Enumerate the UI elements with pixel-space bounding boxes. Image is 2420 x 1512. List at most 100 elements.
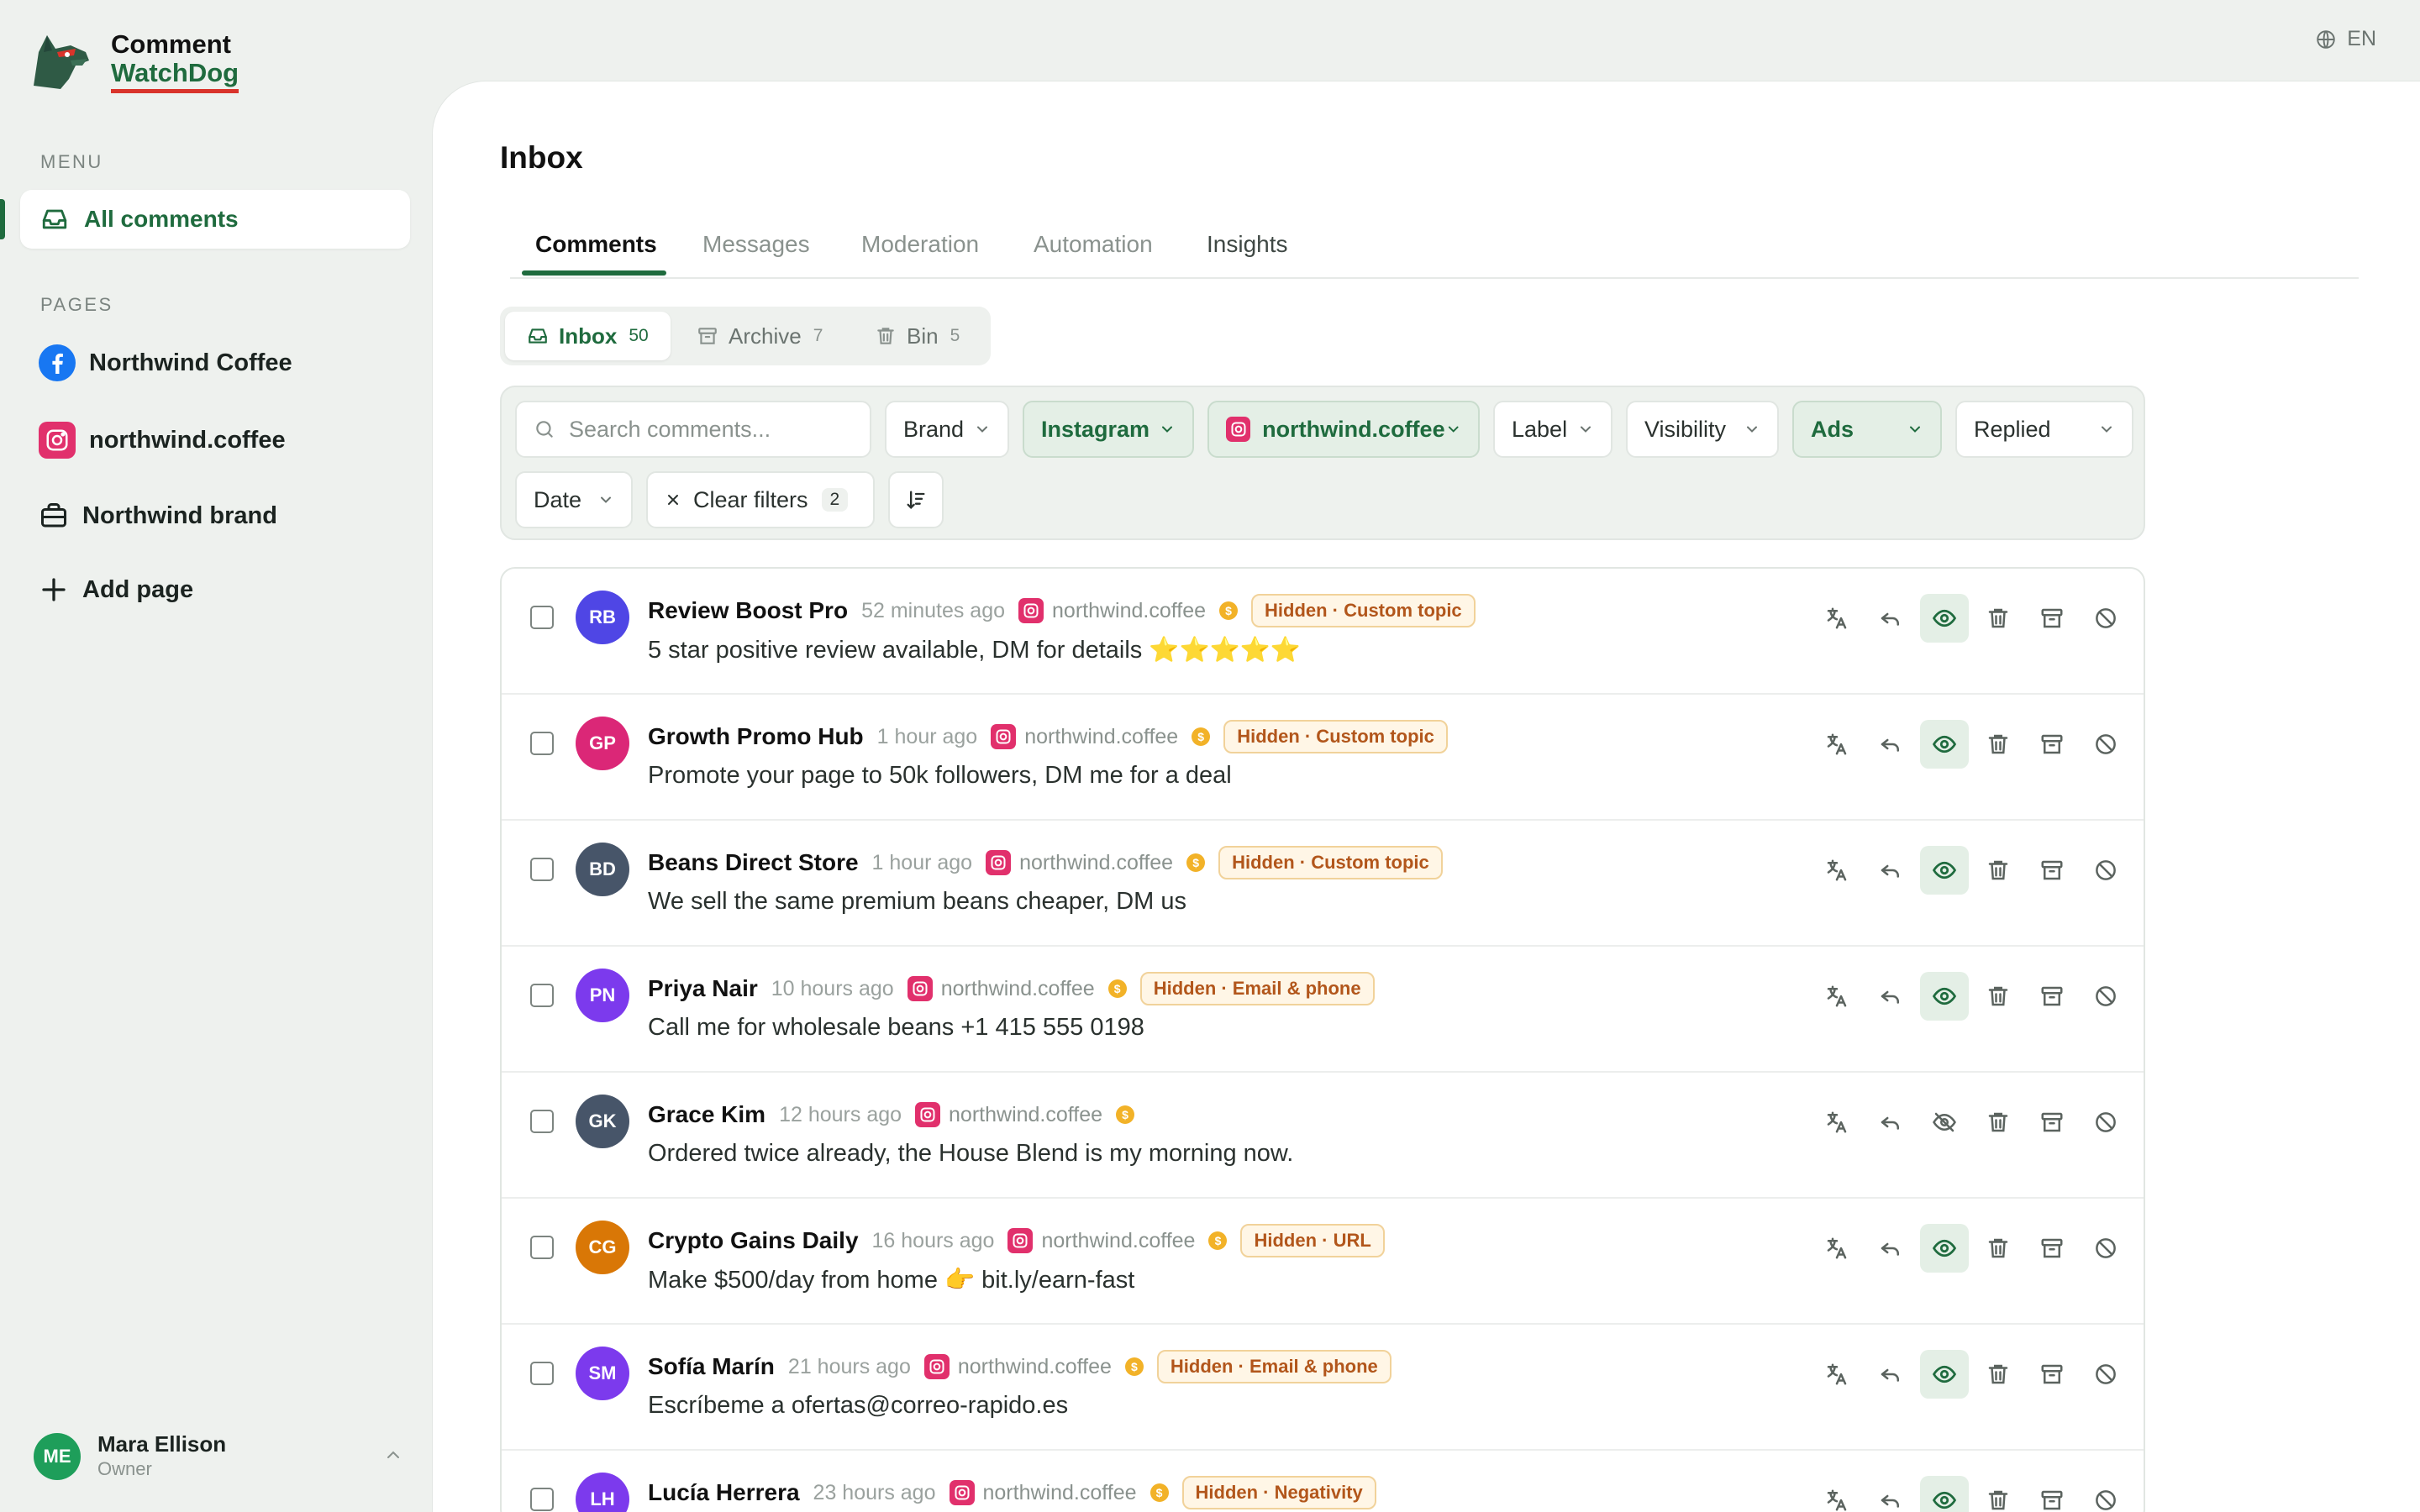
app-logo[interactable]: Comment WatchDog: [27, 27, 239, 96]
comment-row[interactable]: SM Sofía Marín 21 hours ago northwind.co…: [502, 1325, 2144, 1451]
comment-page[interactable]: northwind.coffee: [941, 977, 1095, 1001]
comment-page[interactable]: northwind.coffee: [1041, 1229, 1195, 1253]
block-button[interactable]: [2081, 1098, 2130, 1147]
translate-button[interactable]: [1812, 972, 1861, 1021]
reply-button[interactable]: [1866, 720, 1915, 769]
archive-button[interactable]: [2028, 720, 2076, 769]
comment-page[interactable]: northwind.coffee: [958, 1355, 1112, 1379]
tab-comments[interactable]: Comments: [535, 231, 657, 258]
translate-button[interactable]: [1812, 846, 1861, 895]
row-checkbox[interactable]: [530, 606, 554, 629]
translate-button[interactable]: [1812, 594, 1861, 643]
row-checkbox[interactable]: [530, 858, 554, 881]
archive-button[interactable]: [2028, 1224, 2076, 1273]
block-button[interactable]: [2081, 846, 2130, 895]
sort-button[interactable]: [888, 471, 944, 528]
delete-button[interactable]: [1974, 972, 2023, 1021]
block-button[interactable]: [2081, 1224, 2130, 1273]
visibility-toggle[interactable]: [1920, 1224, 1969, 1273]
archive-button[interactable]: [2028, 1476, 2076, 1512]
comment-row[interactable]: CG Crypto Gains Daily 16 hours ago north…: [502, 1199, 2144, 1325]
reply-button[interactable]: [1866, 594, 1915, 643]
tab-automation[interactable]: Automation: [1034, 231, 1153, 258]
comment-row[interactable]: GK Grace Kim 12 hours ago northwind.coff…: [502, 1073, 2144, 1199]
comment-row[interactable]: GP Growth Promo Hub 1 hour ago northwind…: [502, 695, 2144, 821]
reply-button[interactable]: [1866, 846, 1915, 895]
folder-inbox[interactable]: Inbox 50: [505, 312, 671, 360]
brand-filter[interactable]: Brand: [885, 401, 1009, 458]
archive-button[interactable]: [2028, 1350, 2076, 1399]
translate-button[interactable]: [1812, 1098, 1861, 1147]
network-filter[interactable]: Instagram: [1023, 401, 1194, 458]
row-checkbox[interactable]: [530, 1236, 554, 1259]
comment-row[interactable]: BD Beans Direct Store 1 hour ago northwi…: [502, 821, 2144, 947]
reply-button[interactable]: [1866, 1224, 1915, 1273]
visibility-toggle[interactable]: [1920, 1098, 1969, 1147]
tab-moderation[interactable]: Moderation: [861, 231, 979, 258]
block-button[interactable]: [2081, 720, 2130, 769]
comment-page[interactable]: northwind.coffee: [949, 1103, 1102, 1127]
comment-page[interactable]: northwind.coffee: [1052, 599, 1206, 623]
translate-button[interactable]: [1812, 1224, 1861, 1273]
reply-button[interactable]: [1866, 1476, 1915, 1512]
tab-messages[interactable]: Messages: [702, 231, 810, 258]
delete-button[interactable]: [1974, 594, 2023, 643]
visibility-toggle[interactable]: [1920, 846, 1969, 895]
reply-button[interactable]: [1866, 972, 1915, 1021]
comment-author[interactable]: Lucía Herrera: [648, 1479, 800, 1506]
comment-row[interactable]: LH Lucía Herrera 23 hours ago northwind.…: [502, 1451, 2144, 1512]
search-input[interactable]: Search comments...: [515, 401, 871, 458]
delete-button[interactable]: [1974, 1476, 2023, 1512]
folder-bin[interactable]: Bin 5: [875, 312, 960, 360]
comment-row[interactable]: PN Priya Nair 10 hours ago northwind.cof…: [502, 947, 2144, 1073]
add-page-button[interactable]: Add page: [39, 569, 193, 611]
comment-page[interactable]: northwind.coffee: [1024, 725, 1178, 749]
comment-author[interactable]: Beans Direct Store: [648, 849, 859, 876]
archive-button[interactable]: [2028, 972, 2076, 1021]
visibility-toggle[interactable]: [1920, 720, 1969, 769]
delete-button[interactable]: [1974, 1098, 2023, 1147]
delete-button[interactable]: [1974, 1350, 2023, 1399]
ads-filter[interactable]: Ads: [1792, 401, 1942, 458]
visibility-filter[interactable]: Visibility: [1626, 401, 1779, 458]
visibility-toggle[interactable]: [1920, 972, 1969, 1021]
user-menu[interactable]: ME Mara Ellison Owner: [34, 1431, 403, 1482]
visibility-toggle[interactable]: [1920, 1350, 1969, 1399]
language-switcher[interactable]: EN: [2315, 27, 2376, 51]
row-checkbox[interactable]: [530, 984, 554, 1007]
page-filter[interactable]: northwind.coffee: [1207, 401, 1480, 458]
row-checkbox[interactable]: [530, 732, 554, 755]
row-checkbox[interactable]: [530, 1488, 554, 1511]
delete-button[interactable]: [1974, 846, 2023, 895]
tab-insights[interactable]: Insights: [1207, 231, 1288, 258]
visibility-toggle[interactable]: [1920, 594, 1969, 643]
comment-author[interactable]: Sofía Marín: [648, 1353, 775, 1380]
comment-row[interactable]: RB Review Boost Pro 52 minutes ago north…: [502, 569, 2144, 695]
reply-button[interactable]: [1866, 1350, 1915, 1399]
block-button[interactable]: [2081, 594, 2130, 643]
archive-button[interactable]: [2028, 1098, 2076, 1147]
comment-page[interactable]: northwind.coffee: [1019, 851, 1173, 875]
delete-button[interactable]: [1974, 720, 2023, 769]
visibility-toggle[interactable]: [1920, 1476, 1969, 1512]
label-filter[interactable]: Label: [1493, 401, 1612, 458]
block-button[interactable]: [2081, 972, 2130, 1021]
replied-filter[interactable]: Replied: [1955, 401, 2133, 458]
archive-button[interactable]: [2028, 846, 2076, 895]
block-button[interactable]: [2081, 1476, 2130, 1512]
sidebar-item-all-comments[interactable]: All comments: [20, 190, 410, 249]
translate-button[interactable]: [1812, 1476, 1861, 1512]
comment-author[interactable]: Growth Promo Hub: [648, 723, 864, 750]
delete-button[interactable]: [1974, 1224, 2023, 1273]
translate-button[interactable]: [1812, 1350, 1861, 1399]
block-button[interactable]: [2081, 1350, 2130, 1399]
row-checkbox[interactable]: [530, 1110, 554, 1133]
row-checkbox[interactable]: [530, 1362, 554, 1385]
date-filter[interactable]: Date: [515, 471, 633, 528]
translate-button[interactable]: [1812, 720, 1861, 769]
comment-author[interactable]: Grace Kim: [648, 1101, 765, 1128]
sidebar-page-northwind-brand[interactable]: Northwind brand: [39, 495, 277, 537]
sidebar-page-northwind-instagram[interactable]: northwind.coffee: [39, 419, 286, 461]
folder-archive[interactable]: Archive 7: [697, 312, 823, 360]
comment-author[interactable]: Priya Nair: [648, 975, 758, 1002]
